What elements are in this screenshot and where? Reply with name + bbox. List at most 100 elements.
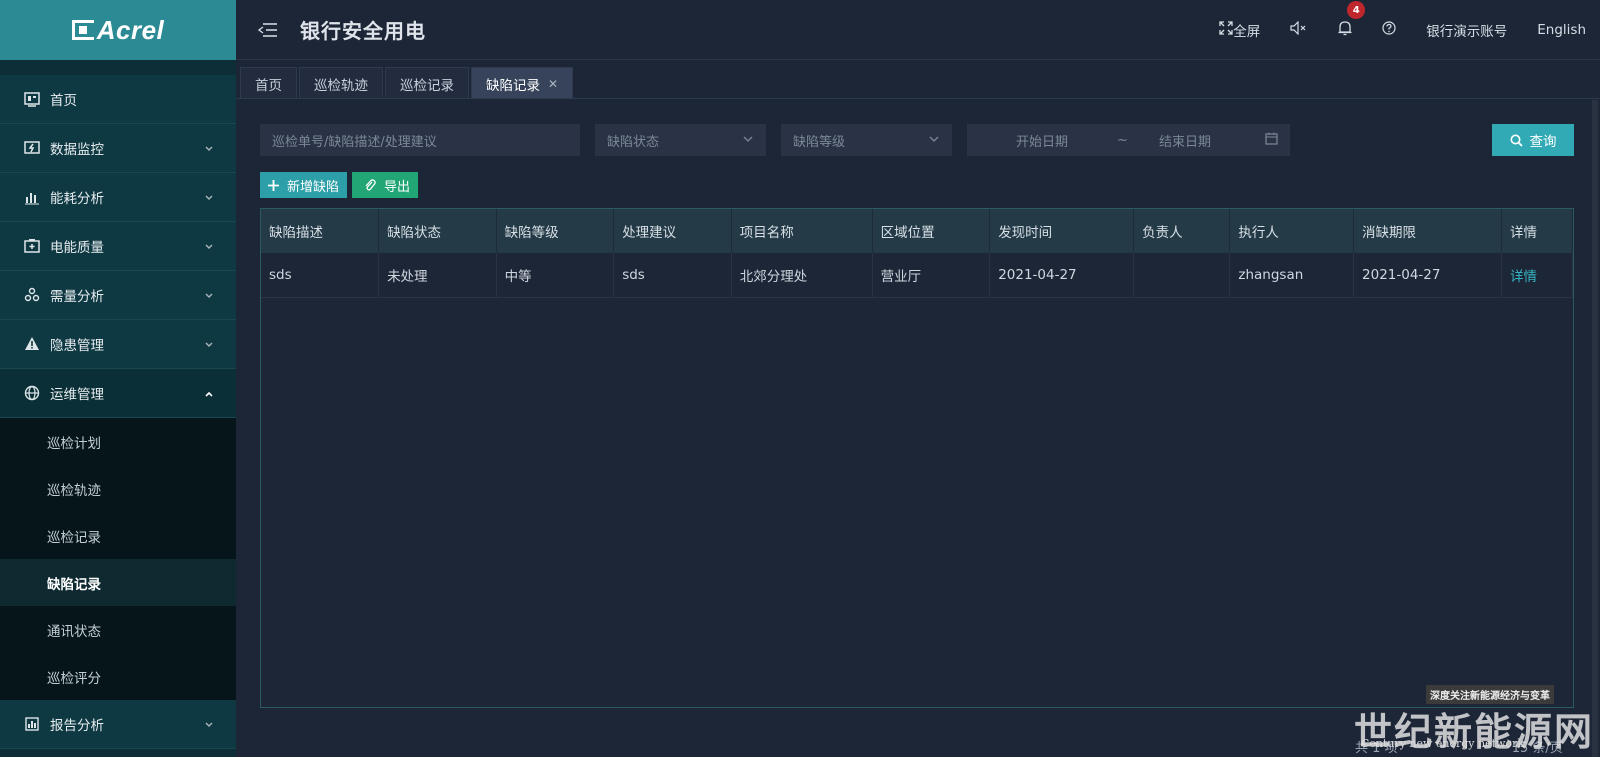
sidebar-subitem-inspection-score[interactable]: 巡检评分 xyxy=(0,653,236,700)
menu-fold-icon[interactable] xyxy=(257,22,278,37)
close-icon[interactable]: ✕ xyxy=(548,77,558,91)
header-actions: 全屏 4 银行演示账号 English xyxy=(1189,0,1586,60)
fullscreen-button[interactable]: 全屏 xyxy=(1219,20,1260,40)
column-header[interactable]: 执行人 xyxy=(1229,209,1355,253)
sidebar-menu: 首页 数据监控 能耗分析 电能质量 需量分析 隐患管理 运维管理 巡检计划 巡检… xyxy=(0,75,236,749)
notification-button[interactable]: 4 xyxy=(1338,1,1366,40)
defect-level-select[interactable]: 缺陷等级 xyxy=(781,124,952,156)
sidebar-item-demand-analysis[interactable]: 需量分析 xyxy=(0,271,236,320)
end-date-input[interactable]: 结束日期 xyxy=(1159,131,1211,150)
sidebar-item-energy-analysis[interactable]: 能耗分析 xyxy=(0,173,236,222)
chevron-down-icon xyxy=(204,289,214,305)
battery-icon xyxy=(24,238,40,254)
column-header[interactable]: 区域位置 xyxy=(872,209,991,253)
action-bar: 新增缺陷 导出 xyxy=(260,172,419,198)
search-button[interactable]: 查询 xyxy=(1492,124,1574,156)
sidebar-subitem-defect-record[interactable]: 缺陷记录 xyxy=(0,559,236,606)
page-tabs: 首页 巡检轨迹 巡检记录 缺陷记录 ✕ xyxy=(240,67,575,99)
date-separator: ~ xyxy=(1117,132,1128,148)
sidebar-subitem-inspection-record[interactable]: 巡检记录 xyxy=(0,512,236,559)
column-header[interactable]: 缺陷描述 xyxy=(261,209,380,253)
sidebar-item-label: 隐患管理 xyxy=(50,338,104,354)
column-header[interactable]: 项目名称 xyxy=(731,209,873,253)
defect-table-grid: 缺陷描述 缺陷状态 缺陷等级 处理建议 项目名称 区域位置 发现时间 负责人 执… xyxy=(261,209,1574,298)
column-header[interactable]: 消缺期限 xyxy=(1353,209,1502,253)
help-icon xyxy=(1382,21,1396,39)
fullscreen-icon xyxy=(1219,21,1233,39)
date-range-picker[interactable]: 开始日期 ~ 结束日期 xyxy=(967,124,1290,156)
column-header[interactable]: 缺陷等级 xyxy=(496,209,615,253)
column-header[interactable]: 处理建议 xyxy=(613,209,732,253)
sidebar-item-label: 数据监控 xyxy=(50,142,104,158)
sidebar-subitem-inspection-track[interactable]: 巡检轨迹 xyxy=(0,465,236,512)
keyword-search-input[interactable]: 巡检单号/缺陷描述/处理建议 xyxy=(260,124,580,156)
page-size-select[interactable]: 15 条/页 xyxy=(1512,741,1563,756)
sidebar-item-data-monitor[interactable]: 数据监控 xyxy=(0,124,236,173)
sidebar-item-label: 电能质量 xyxy=(50,240,104,256)
sidebar-item-ops-management[interactable]: 运维管理 xyxy=(0,369,236,418)
column-header[interactable]: 负责人 xyxy=(1133,209,1231,253)
pagination-total: 共 1 项 xyxy=(1355,741,1398,756)
column-header[interactable]: 缺陷状态 xyxy=(378,209,497,253)
table-cell: 2021-04-27 xyxy=(989,253,1135,298)
chevron-up-icon xyxy=(204,387,214,403)
account-menu[interactable]: 银行演示账号 xyxy=(1426,20,1507,40)
defect-status-select[interactable]: 缺陷状态 xyxy=(595,124,766,156)
chevron-down-icon xyxy=(204,142,214,158)
tab-inspection-track[interactable]: 巡检轨迹 xyxy=(299,67,383,99)
tab-inspection-record[interactable]: 巡检记录 xyxy=(385,67,469,99)
table-cell: 营业厅 xyxy=(872,253,991,298)
tab-label: 巡检记录 xyxy=(400,77,454,94)
tab-home[interactable]: 首页 xyxy=(240,67,297,99)
speaker-mute-icon xyxy=(1290,20,1308,39)
table-cell: zhangsan xyxy=(1229,253,1355,298)
table-header-row: 缺陷描述 缺陷状态 缺陷等级 处理建议 项目名称 区域位置 发现时间 负责人 执… xyxy=(261,209,1574,253)
page-title: 银行安全用电 xyxy=(300,19,426,43)
table-cell: 北郊分理处 xyxy=(731,253,873,298)
add-defect-label: 新增缺陷 xyxy=(287,179,340,195)
start-date-input[interactable]: 开始日期 xyxy=(1016,131,1068,150)
sidebar-subitem-inspection-plan[interactable]: 巡检计划 xyxy=(0,418,236,465)
column-header[interactable]: 发现时间 xyxy=(989,209,1135,253)
select-placeholder: 缺陷状态 xyxy=(607,134,660,150)
sidebar-item-hazard-management[interactable]: 隐患管理 xyxy=(0,320,236,369)
export-label: 导出 xyxy=(384,179,411,195)
table-row[interactable]: sds 未处理 中等 sds 北郊分理处 营业厅 2021-04-27 zhan… xyxy=(261,253,1574,298)
plus-icon xyxy=(268,179,279,191)
bar-chart-icon xyxy=(24,189,40,205)
sidebar-item-report-analysis[interactable]: 报告分析 xyxy=(0,700,236,749)
tab-divider xyxy=(236,98,1600,99)
export-button[interactable]: 导出 xyxy=(352,172,419,198)
chevron-down-icon xyxy=(928,133,940,149)
home-icon xyxy=(24,91,40,107)
warning-icon xyxy=(24,336,40,352)
language-switch[interactable]: English xyxy=(1537,22,1586,38)
bell-icon xyxy=(1338,20,1352,40)
sidebar-subitem-comm-status[interactable]: 通讯状态 xyxy=(0,606,236,653)
select-placeholder: 缺陷等级 xyxy=(793,134,846,150)
table-cell xyxy=(1133,253,1231,298)
mute-button[interactable] xyxy=(1290,20,1308,39)
tab-label: 缺陷记录 xyxy=(486,77,540,94)
table-cell: 未处理 xyxy=(378,253,497,298)
table-cell: sds xyxy=(613,253,732,298)
tab-defect-record[interactable]: 缺陷记录 ✕ xyxy=(471,67,574,99)
help-button[interactable] xyxy=(1382,21,1396,39)
sidebar-item-label: 运维管理 xyxy=(50,387,104,403)
acrel-logo[interactable]: Acrel xyxy=(0,0,236,60)
add-defect-button[interactable]: 新增缺陷 xyxy=(260,172,348,198)
sidebar-item-home[interactable]: 首页 xyxy=(0,75,236,124)
ops-submenu: 巡检计划 巡检轨迹 巡检记录 缺陷记录 通讯状态 巡检评分 xyxy=(0,418,236,700)
logo-mark-icon xyxy=(71,20,94,40)
sidebar-item-power-quality[interactable]: 电能质量 xyxy=(0,222,236,271)
page-scrollbar[interactable] xyxy=(1592,100,1598,757)
calendar-icon xyxy=(1265,132,1278,149)
tab-label: 首页 xyxy=(255,77,282,94)
detail-link[interactable]: 详情 xyxy=(1501,253,1574,298)
logo-text: Acrel xyxy=(96,14,165,45)
search-icon xyxy=(1510,134,1523,147)
chevron-down-icon xyxy=(204,240,214,256)
monitor-icon xyxy=(24,140,40,156)
paperclip-icon xyxy=(364,178,376,192)
column-header[interactable]: 详情 xyxy=(1501,209,1574,253)
